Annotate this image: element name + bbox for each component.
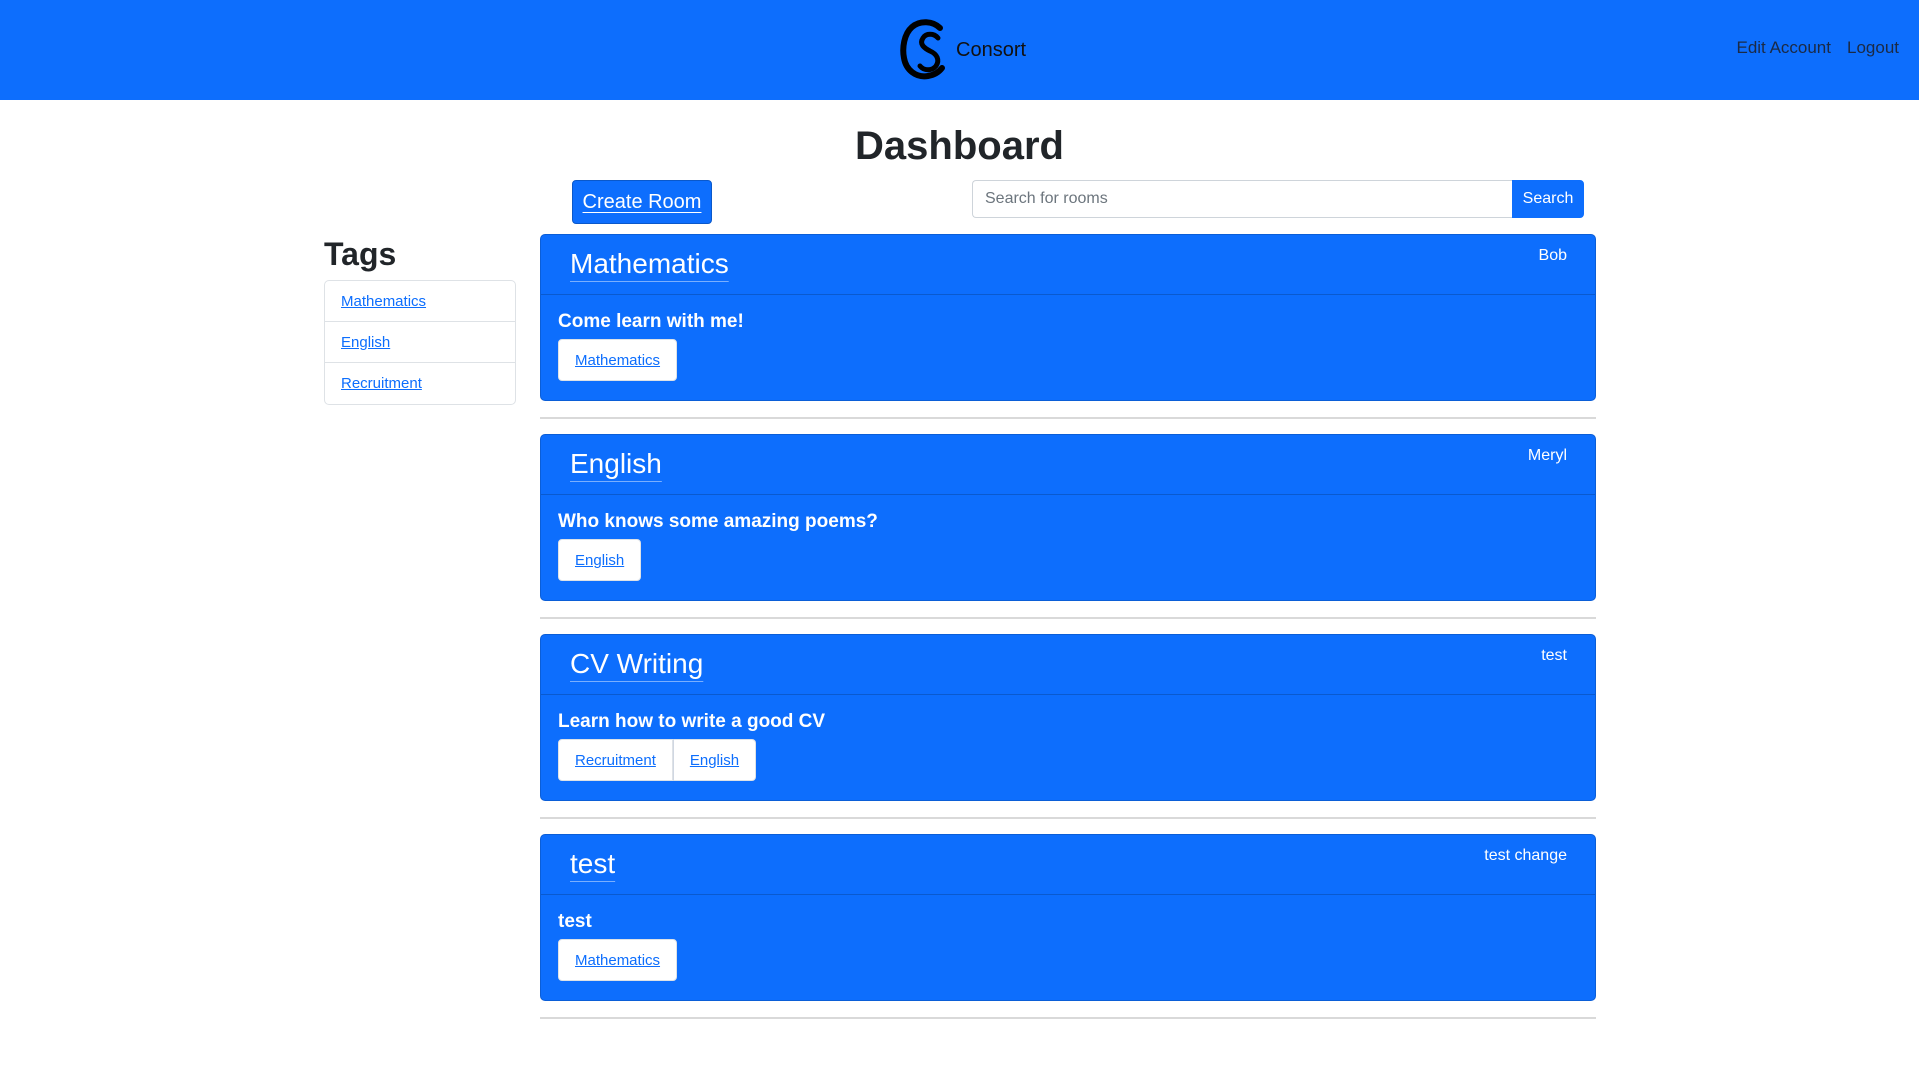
room-owner: Meryl — [1527, 447, 1567, 464]
top-navbar: Consort Edit Account Logout — [0, 0, 1919, 100]
consort-cs-logo-icon — [900, 19, 945, 80]
edit-account-link[interactable]: Edit Account — [1736, 38, 1831, 58]
room-search-group: Search — [972, 180, 1584, 218]
room-description: test — [558, 911, 592, 932]
tag-link-recruitment[interactable]: Recruitment — [341, 375, 422, 392]
room-title-link[interactable]: CV Writing — [570, 648, 703, 680]
brand-link[interactable]: Consort — [900, 18, 1026, 82]
room-tag-group: Mathematics — [558, 939, 678, 981]
tag-link-english[interactable]: English — [341, 334, 390, 351]
brand-name: Consort — [956, 38, 1027, 61]
account-nav: Edit Account Logout — [1736, 38, 1899, 58]
room-tag-button[interactable]: English — [558, 539, 642, 581]
room-tag-button[interactable]: Mathematics — [558, 339, 678, 381]
room-card: English Meryl Who knows some amazing poe… — [540, 434, 1596, 601]
room-card: Mathematics Bob Come learn with me! Math… — [540, 234, 1596, 401]
room-description: Who knows some amazing poems? — [558, 511, 878, 532]
room-tag-group: Recruitment English — [558, 739, 757, 781]
room-owner: test — [1541, 647, 1567, 664]
create-room-label: Create Room — [582, 190, 702, 213]
room-title-link[interactable]: English — [570, 448, 662, 480]
room-tag-button[interactable]: Recruitment — [558, 739, 673, 781]
room-owner: Bob — [1538, 247, 1567, 264]
tag-list-item: Mathematics — [325, 281, 515, 322]
tag-link-mathematics[interactable]: Mathematics — [341, 293, 426, 310]
room-description: Come learn with me! — [558, 311, 744, 332]
room-title-link[interactable]: Mathematics — [570, 248, 729, 280]
room-owner: test change — [1484, 847, 1567, 864]
room-card-header: English Meryl — [541, 435, 1595, 495]
room-tag-button[interactable]: English — [672, 739, 757, 781]
room-divider — [540, 817, 1596, 819]
tag-list-item: Recruitment — [325, 363, 515, 404]
room-list: Mathematics Bob Come learn with me! Math… — [540, 234, 1596, 1034]
logout-link[interactable]: Logout — [1847, 38, 1899, 58]
room-card-body: test Mathematics — [541, 895, 1595, 997]
room-card-header: CV Writing test — [541, 635, 1595, 695]
room-card-header: test test change — [541, 835, 1595, 895]
room-card: CV Writing test Learn how to write a goo… — [540, 634, 1596, 801]
tags-list: Mathematics English Recruitment — [324, 280, 516, 405]
search-button[interactable]: Search — [1512, 180, 1584, 218]
room-tag-group: English — [558, 539, 642, 581]
page-title: Dashboard — [855, 124, 1064, 168]
room-card-body: Who knows some amazing poems? English — [541, 495, 1595, 597]
room-description: Learn how to write a good CV — [558, 711, 826, 732]
room-card-body: Come learn with me! Mathematics — [541, 295, 1595, 397]
room-search-input[interactable] — [972, 180, 1512, 218]
room-tag-group: Mathematics — [558, 339, 678, 381]
tags-heading: Tags — [324, 236, 397, 272]
room-divider — [540, 617, 1596, 619]
room-title-link[interactable]: test — [570, 848, 615, 880]
room-card-body: Learn how to write a good CV Recruitment… — [541, 695, 1595, 797]
room-divider — [540, 417, 1596, 419]
room-card-header: Mathematics Bob — [541, 235, 1595, 295]
create-room-button[interactable]: Create Room — [572, 180, 712, 224]
room-tag-button[interactable]: Mathematics — [558, 939, 678, 981]
tag-list-item: English — [325, 322, 515, 363]
room-card: test test change test Mathematics — [540, 834, 1596, 1001]
room-divider — [540, 1017, 1596, 1019]
